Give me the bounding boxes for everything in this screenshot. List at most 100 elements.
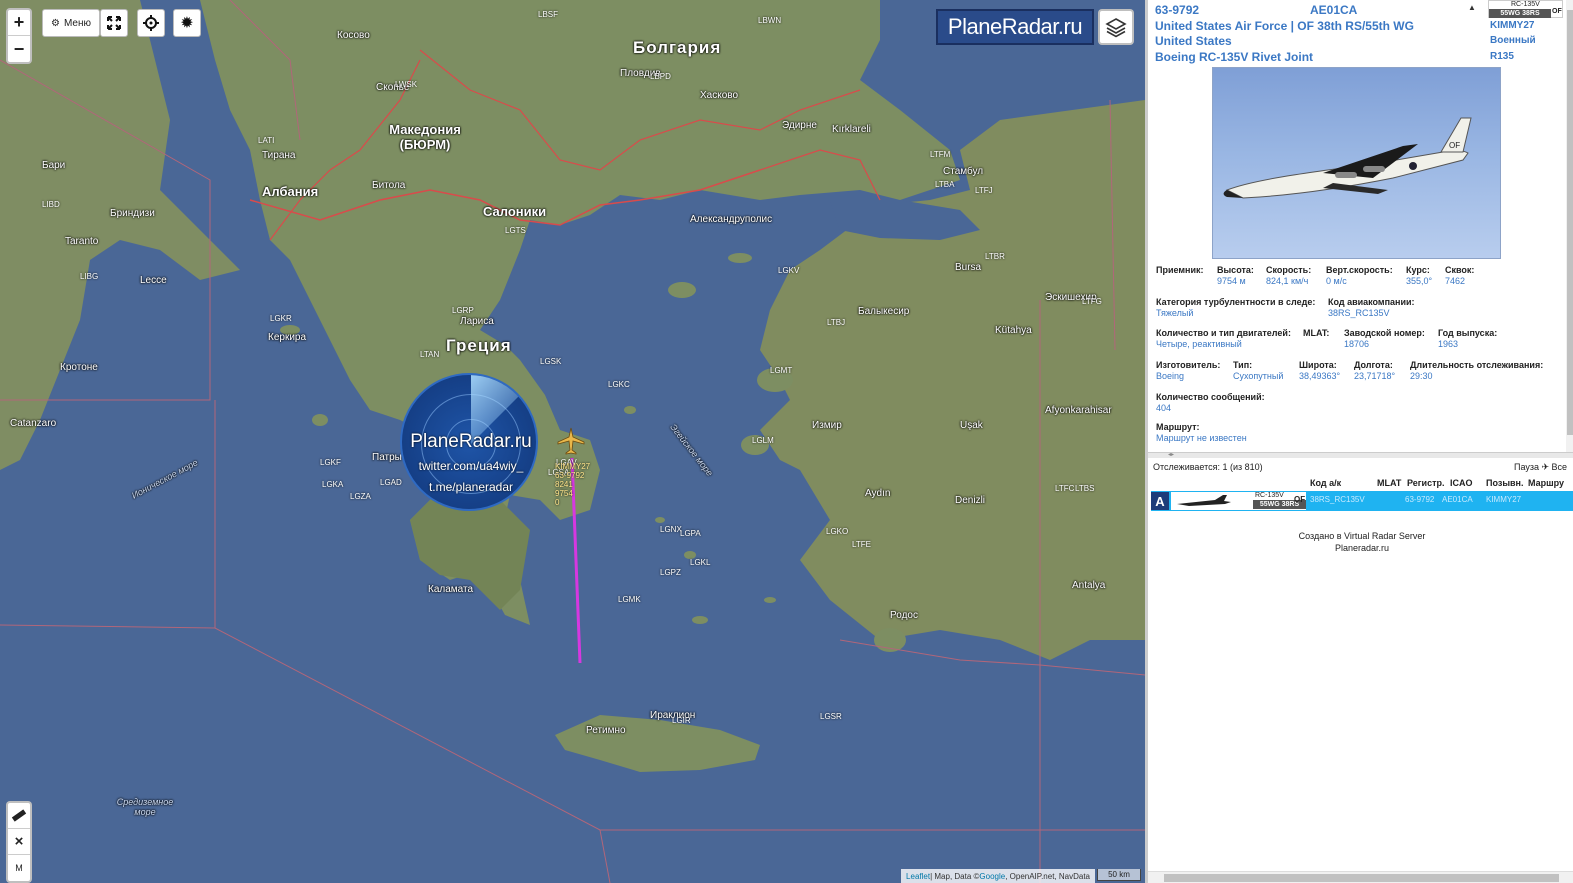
airport-label[interactable]: LTFE	[852, 540, 871, 549]
airport-label[interactable]: LGKF	[320, 458, 341, 467]
clear-measure-button[interactable]: ×	[8, 829, 30, 855]
row-callsign: KIMMY27	[1486, 495, 1522, 504]
label-thessaloniki: Салоники	[483, 204, 547, 219]
airport-label[interactable]: LTBR	[985, 252, 1005, 261]
map-scale: 50 km	[1097, 869, 1141, 881]
airport-label[interactable]: LGKC	[608, 380, 630, 389]
airport-label[interactable]: LGKV	[778, 266, 799, 275]
list-header: Отслеживается: 1 (из 810) Пауза ✈ Все	[1148, 460, 1573, 474]
field-wake: Категория турбулентности в следе: Тяжелы…	[1156, 297, 1316, 318]
airport-label[interactable]: LGMK	[618, 595, 641, 604]
airport-label[interactable]: LGLM	[752, 436, 774, 445]
table-row[interactable]: A RC-135V 55WG 38RS OF 38RS_RC135V 63-97…	[1151, 491, 1573, 511]
airport-label[interactable]: LTBA	[935, 180, 954, 189]
row-altitude-badge: A	[1151, 492, 1169, 510]
layers-button[interactable]	[1098, 9, 1134, 45]
col-airline-code[interactable]: Код а/к	[1310, 478, 1341, 488]
aircraft-icon[interactable]	[556, 426, 586, 456]
airport-label[interactable]: LGTS	[505, 226, 526, 235]
credit-line-2[interactable]: Planeradar.ru	[1148, 542, 1573, 554]
fullscreen-button[interactable]	[100, 9, 128, 37]
airport-label[interactable]: LTFM	[930, 150, 950, 159]
airport-label[interactable]: LBWN	[758, 16, 781, 25]
col-icao[interactable]: ICAO	[1450, 478, 1473, 488]
label-kerkyra: Керкира	[268, 332, 307, 343]
aircraft-label: KIMMY27 63-9792 8241 9754 0	[555, 462, 590, 507]
airport-label[interactable]: LGPA	[680, 529, 701, 538]
airport-label[interactable]: LTFJ	[975, 186, 993, 195]
airport-label[interactable]: LGNX	[660, 525, 682, 534]
col-callsign[interactable]: Позывн.	[1486, 478, 1523, 488]
airport-label[interactable]: LGPZ	[660, 568, 681, 577]
airport-label[interactable]: LATI	[258, 136, 274, 145]
panel-splitter[interactable]: ◂▸	[1148, 452, 1573, 458]
field-altitude: Высота: 9754 м	[1217, 265, 1254, 286]
watermark-title: PlaneRadar.ru	[410, 431, 532, 452]
airport-label[interactable]: LGKR	[270, 314, 292, 323]
row-thumb-type: RC-135V	[1255, 492, 1284, 499]
label-denizli: Denizli	[955, 495, 986, 506]
row-plane-silhouette-icon	[1177, 495, 1231, 506]
col-registration[interactable]: Регистр.	[1407, 478, 1444, 488]
brightness-button[interactable]: ✹	[173, 9, 201, 37]
airport-label[interactable]: LGAD	[380, 478, 402, 487]
field-duration: Длительность отслеживания: 29:30	[1410, 360, 1544, 381]
airport-label[interactable]: LTBJ	[827, 318, 845, 327]
airport-label[interactable]: LGKO	[826, 527, 848, 536]
airport-label[interactable]: LGKL	[690, 558, 710, 567]
leaflet-link[interactable]: Leaflet	[906, 872, 930, 881]
field-serial: Заводской номер: 18706	[1344, 328, 1425, 349]
airport-label[interactable]: LTAN	[420, 350, 439, 359]
detail-callsign: KIMMY27	[1490, 20, 1535, 31]
gear-icon: ⚙	[51, 17, 60, 29]
layers-icon	[1105, 18, 1127, 38]
airport-label[interactable]: LGSR	[820, 712, 842, 721]
aircraft-label-line: KIMMY27	[555, 462, 591, 471]
detail-scrollbar-thumb[interactable]	[1567, 10, 1573, 435]
airport-label[interactable]: LGSK	[540, 357, 561, 366]
airport-label[interactable]: LGMT	[770, 366, 792, 375]
airport-label[interactable]: LTFC	[1055, 484, 1074, 493]
zoom-out-button[interactable]: −	[8, 36, 30, 62]
airport-label[interactable]: LGRP	[452, 306, 474, 315]
pause-all-toggle[interactable]: Пауза ✈ Все	[1514, 462, 1567, 473]
airport-label[interactable]: LTFG	[1082, 297, 1102, 306]
ruler-button[interactable]	[8, 803, 30, 829]
detail-operator: United States Air Force | OF 38th RS/55t…	[1155, 19, 1414, 33]
label-edirne: Эдирне	[782, 120, 817, 131]
airport-label[interactable]: LGIR	[672, 716, 691, 725]
list-horizontal-scrollbar[interactable]	[1148, 871, 1573, 883]
zoom-in-button[interactable]: +	[8, 10, 30, 36]
airport-label[interactable]: LIBD	[42, 200, 60, 209]
label-mediterranean-sea: Средиземное море	[116, 797, 174, 817]
measure-m-button[interactable]: M	[8, 855, 30, 881]
label-rodos: Родос	[890, 610, 918, 621]
label-albania: Албания	[262, 184, 319, 199]
label-macedonia: Македония (БЮРМ)	[389, 122, 461, 152]
locate-button[interactable]	[137, 9, 165, 37]
col-mlat[interactable]: MLAT	[1377, 478, 1401, 488]
airport-label[interactable]: LIBG	[80, 272, 98, 281]
label-rethymno: Ретимно	[586, 725, 626, 736]
header-thumb-type: RC-135V	[1511, 1, 1540, 8]
airport-label[interactable]: LTBS	[1075, 484, 1094, 493]
airport-label[interactable]: LBPD	[650, 72, 671, 81]
map-view[interactable]: Болгария Греция Албания Македония (БЮРМ)…	[0, 0, 1145, 883]
airport-label[interactable]: LWSK	[395, 80, 417, 89]
header-thumb-tail: 55WG 38RS	[1489, 9, 1551, 18]
field-kind: Тип: Сухопутный	[1233, 360, 1284, 381]
list-column-headers: Код а/к MLAT Регистр. ICAO Позывн. Маршр…	[1148, 476, 1573, 490]
detail-scrollbar[interactable]	[1566, 0, 1573, 452]
menu-button[interactable]: ⚙ Меню	[42, 9, 100, 37]
label-kirklareli: Kırklareli	[832, 124, 871, 135]
airport-label[interactable]: LBSF	[538, 10, 558, 19]
planeradar-watermark: PlaneRadar.ru twitter.com/ua4wiy_ t.me/p…	[400, 373, 538, 511]
col-route[interactable]: Маршру	[1528, 478, 1564, 488]
field-engines: Количество и тип двигателей: Четыре, реа…	[1156, 328, 1291, 349]
field-squawk: Сквок: 7462	[1445, 265, 1475, 286]
airport-label[interactable]: LGKA	[322, 480, 343, 489]
airport-label[interactable]: LGZA	[350, 492, 371, 501]
list-horizontal-scrollbar-thumb[interactable]	[1164, 874, 1559, 882]
google-link[interactable]: Google	[979, 872, 1005, 881]
sun-icon: ✹	[180, 15, 194, 32]
